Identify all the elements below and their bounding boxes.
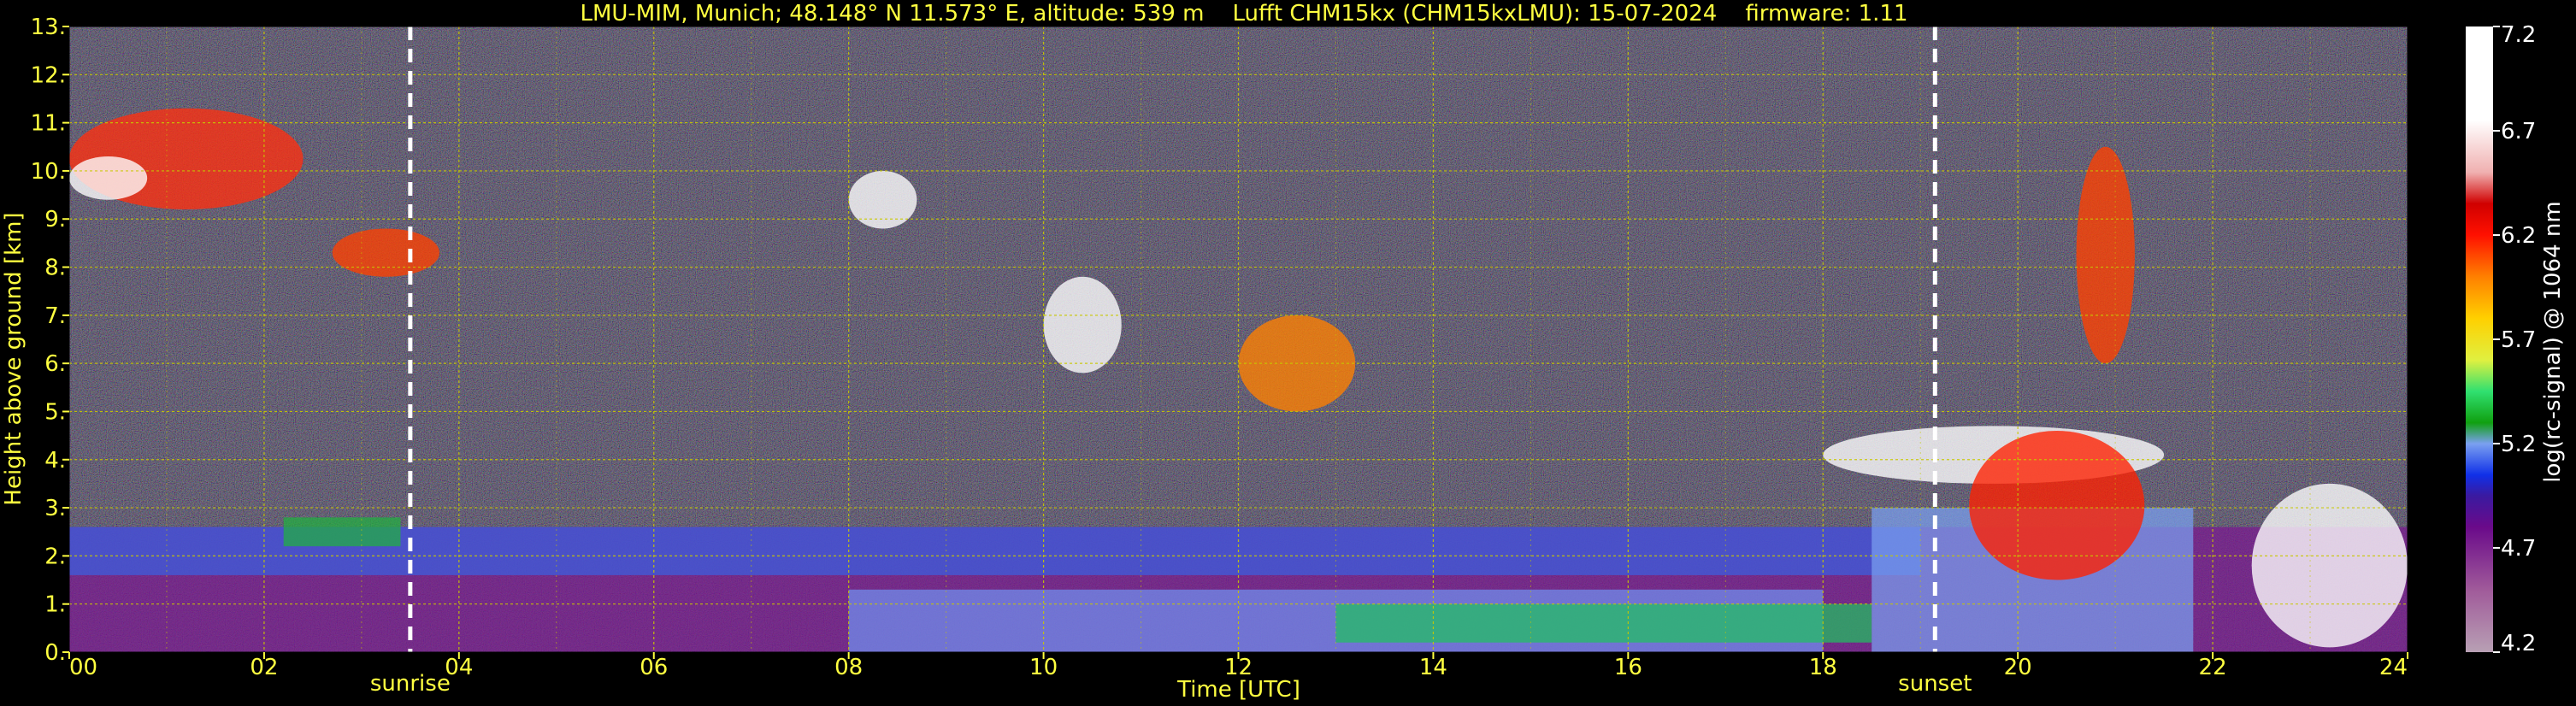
y-axis: 0. 1. 2. 3. 4. 5. 6. 7. 8. 9. 10. 11. 12. 13. [31,15,69,666]
x-axis-label: Time [UTC] [1176,677,1300,703]
cloud-cloud-1030 [1043,276,1122,374]
y-tick-label-0: 0. [44,640,66,666]
y-tick-label-3: 3. [44,496,66,521]
y-axis-label: Height above ground [km] [1,212,27,505]
cloud-cirrus-dawn [332,228,440,277]
y-tick-label-13: 13. [31,15,66,40]
layer-mixed-layer-green [1335,603,1872,643]
colorbar-tick-label-3: 5.7 [2501,327,2536,353]
x-tick-label-1: 02 [250,655,278,680]
y-tick-label-4: 4. [44,448,66,474]
layer-aerosol-band-green-morning [283,517,401,547]
x-tick-label-2: 04 [445,655,473,680]
x-tick-label-7: 14 [1419,655,1447,680]
x-tick-label-10: 20 [2004,655,2032,680]
x-tick-label-11: 22 [2199,655,2227,680]
cloud-cirrus-morning-core [69,156,148,200]
y-tick-label-7: 7. [44,303,66,329]
cloud-cirrus-2100 [2076,146,2135,364]
y-tick-label-5: 5. [44,399,66,425]
chart-title: LMU-MIM, Munich; 48.148° N 11.573° E, al… [580,1,1907,26]
cloud-convective-2030 [1969,430,2145,580]
colorbar-tick-label-5: 6.7 [2501,119,2536,144]
y-tick-label-1: 1. [44,592,66,618]
colorbar-tick-label-1: 4.7 [2501,536,2536,562]
y-tick-label-2: 2. [44,544,66,569]
y-tick-label-10: 10. [31,159,66,185]
vline-label-sunset: sunset [1898,671,1972,697]
ceilometer-chart: sunrise sunset 00 02 04 06 08 10 12 14 16 18 20 22 24… [1,1,2566,703]
colorbar: 4.2 4.7 5.2 5.7 6.2 6.7 7.2 log(rc-signal) @ 1… [2466,22,2566,656]
colorbar-tick-label-4: 6.2 [2501,223,2536,249]
x-tick-label-4: 08 [834,655,863,680]
x-tick-label-3: 06 [640,655,668,680]
x-tick-label-8: 16 [1614,655,1642,680]
vline-label-sunrise: sunrise [370,671,451,697]
x-tick-label-12: 24 [2379,655,2408,680]
x-tick-label-9: 18 [1809,655,1837,680]
colorbar-tick-label-0: 4.2 [2501,631,2536,656]
colorbar-tick-label-6: 7.2 [2501,22,2536,48]
y-tick-label-12: 12. [31,62,66,88]
cloud-cirrus-0830 [848,170,917,229]
colorbar-label: log(rc-signal) @ 1064 nm [2540,201,2566,482]
colorbar-ramp [2466,26,2493,652]
y-tick-label-11: 11. [31,111,66,137]
y-tick-label-8: 8. [44,256,66,281]
colorbar-tick-label-2: 5.2 [2501,432,2536,457]
x-tick-label-0: 00 [69,655,97,680]
colorbar-ticks: 4.2 4.7 5.2 5.7 6.2 6.7 7.2 [2493,22,2536,656]
y-tick-label-9: 9. [44,207,66,232]
y-tick-label-6: 6. [44,351,66,377]
x-tick-label-5: 10 [1029,655,1058,680]
